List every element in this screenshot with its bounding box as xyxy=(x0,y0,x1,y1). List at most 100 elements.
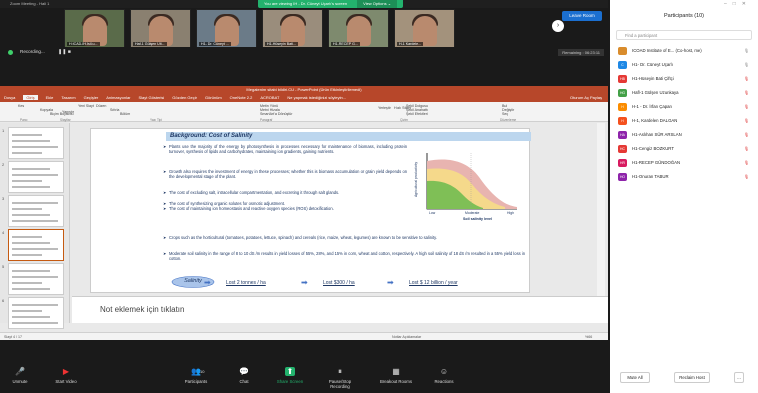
ppt-menu-item[interactable]: Gözden Geçir xyxy=(172,95,197,100)
ppt-menu-item[interactable]: Geçişler xyxy=(84,95,99,100)
video-tile[interactable]: H-1 Kardele... xyxy=(394,9,455,49)
chat-button[interactable]: 💬 Chat xyxy=(224,367,264,384)
participant-row[interactable]: H H-1, Kardelen DALGAN 🎙 xyxy=(616,116,758,126)
camera-button[interactable]: ▶ Start Video xyxy=(46,367,86,384)
ribbon-item[interactable]: SmartArt'a Dönüştür xyxy=(260,112,292,116)
view-options-button[interactable]: View Options ⌄ xyxy=(357,0,398,8)
rooms-button[interactable]: ▦ Breakout Rooms xyxy=(376,367,416,384)
participant-row[interactable]: HG Hafl-1 Gülşen Uzunkaya 🎙 xyxy=(616,88,758,98)
ppt-menu-item[interactable]: Ekle xyxy=(46,95,54,100)
ribbon-item[interactable]: Şekil Efektleri xyxy=(406,112,428,116)
arrow-icon: ➡ xyxy=(387,278,394,287)
ppt-menu-item[interactable]: Animasyonlar xyxy=(106,95,130,100)
slide-thumbnail[interactable]: 2 xyxy=(2,161,64,193)
participant-name: H1-Onuran TABUR xyxy=(632,174,669,179)
recording-label[interactable]: Recording... xyxy=(20,49,45,54)
participant-row[interactable]: HB H1-Hüseyin Bati Çiftçi 🎙 xyxy=(616,74,758,84)
ribbon-item[interactable]: Kes xyxy=(18,104,24,108)
video-tile[interactable]: H1-RECEP G... xyxy=(328,9,389,49)
slide-number: 1 xyxy=(2,128,5,133)
ppt-menu-item[interactable]: Tasarım xyxy=(61,95,75,100)
muted-mic-icon[interactable]: 🎙 xyxy=(744,60,749,70)
video-tile[interactable]: H1- Dr. Cüneyt ... xyxy=(196,9,257,49)
remaining-time: Remaining : 06:23:11 xyxy=(558,49,604,56)
avatar: H xyxy=(618,103,627,111)
muted-mic-icon[interactable]: 🎙 xyxy=(744,172,749,182)
participant-row[interactable]: HC H1-Cengiz BOZKURT 🎙 xyxy=(616,144,758,154)
slide-count: Slayt 4 / 17 xyxy=(4,335,22,339)
thumbnail-line xyxy=(12,168,50,170)
muted-mic-icon[interactable]: 🎙 xyxy=(744,88,749,98)
video-tile[interactable]: Haf-1 Gülşen Ult... xyxy=(130,9,191,49)
muted-mic-icon[interactable]: 🎙 xyxy=(744,102,749,112)
ppt-signin[interactable]: Oturum Aç Paylaş xyxy=(570,94,602,102)
bullet-text: The cost of maintaining ion homeostasis … xyxy=(169,206,334,211)
vertical-scrollbar[interactable] xyxy=(597,123,605,296)
muted-mic-icon[interactable]: 🎙 xyxy=(744,158,749,168)
participant-row[interactable]: HO H1-Onuran TABUR 🎙 xyxy=(616,172,758,182)
find-participant-input[interactable]: Find a participant xyxy=(616,30,752,40)
slide-thumbnail[interactable]: 6 xyxy=(2,297,64,329)
muted-mic-icon[interactable]: 🎙 xyxy=(744,116,749,126)
muted-mic-icon[interactable]: 🎙 xyxy=(744,144,749,154)
participant-row[interactable]: ICOAD Institute of E... (Co-host, me) 🎙 xyxy=(616,46,758,56)
muted-mic-icon[interactable]: 🎙 xyxy=(744,74,749,84)
slide-bullet: ➤ The cost of maintaining ion homeostasis… xyxy=(163,206,407,211)
zoom-level[interactable]: %66 xyxy=(585,333,592,341)
ribbon-item[interactable]: Yapıştır xyxy=(62,110,74,114)
participant-row[interactable]: H H-1 - Dr. İrfan Çapan 🎙 xyxy=(616,102,758,112)
ppt-menu-item[interactable]: ACROBAT xyxy=(260,95,279,100)
next-page-icon[interactable]: › xyxy=(552,20,564,32)
ribbon-item[interactable]: Yerleştir xyxy=(378,106,391,110)
viewing-banner: You are viewing IH - Dr. Cüneyt Uçarlı's… xyxy=(258,0,404,8)
ppt-menu-item[interactable]: Slayt Gösterisi xyxy=(139,95,165,100)
video-tile[interactable]: H1-Hüseyin Bati... xyxy=(262,9,323,49)
ribbon-item[interactable]: Sıfırla xyxy=(110,108,119,112)
graph-tick-low: Low xyxy=(429,211,436,215)
more-button[interactable]: ... xyxy=(734,372,744,383)
leave-room-button[interactable]: Leave Room xyxy=(562,11,602,21)
recording-dot-icon xyxy=(8,50,13,55)
slide-thumbnail[interactable]: 3 xyxy=(2,195,64,227)
emoji-button[interactable]: ☺ Reactions xyxy=(424,367,464,384)
ribbon-item[interactable]: Bölüm xyxy=(120,112,130,116)
participant-row[interactable]: HR H1-RECEP GÜNDOĞAN 🎙 xyxy=(616,158,758,168)
window-controls[interactable]: –□✕ xyxy=(724,1,752,7)
toolbar-label: Reactions xyxy=(434,379,454,384)
salinity-graph: Agricultural productivity Low Moderate H… xyxy=(409,147,525,227)
ppt-menu-item[interactable]: Dosya xyxy=(4,95,15,100)
bullet-marker: ➤ xyxy=(163,206,167,211)
share-button[interactable]: ⬆ Share Screen xyxy=(270,367,310,384)
slide-thumbnail[interactable]: 5 xyxy=(2,263,64,295)
slide-thumbnail[interactable]: 1 xyxy=(2,127,64,159)
zoom-window: Zoom Meeting - Hali 1 You are viewing IH… xyxy=(0,0,608,393)
ppt-menu-item[interactable]: Giriş xyxy=(23,95,38,100)
muted-mic-icon[interactable]: 🎙 xyxy=(744,130,749,140)
participant-row[interactable]: HA H1-Aslıhan SÜR ARSLAN 🎙 xyxy=(616,130,758,140)
ppt-ribbon: Kes Kopyala Biçim Boyacısı Yapıştır Yeni Sla… xyxy=(0,102,608,122)
slide-number: 3 xyxy=(2,196,5,201)
notes-area[interactable]: Not eklemek için tıklatın xyxy=(72,296,608,323)
ribbon-item[interactable]: Düzen xyxy=(96,104,106,108)
ppt-menu-item[interactable]: OneNote 2.2 xyxy=(230,95,253,100)
pause-icon[interactable]: ❚❚ ■ xyxy=(58,49,71,55)
slide-thumbnail[interactable]: 4 xyxy=(2,229,64,261)
zoom-toolbar: 🎤 Unmute ▶ Start Video 👥 Participants 10 💬 Chat ⬆… xyxy=(0,363,608,393)
avatar: HG xyxy=(618,89,627,97)
ppt-menu-item[interactable]: Ne yapmak istediğinizi söyleyin... xyxy=(287,95,346,100)
notes-toggle[interactable]: Notlar Açıklamalar xyxy=(392,333,421,341)
ppt-menu-item[interactable]: Görünüm xyxy=(205,95,222,100)
microphone-button[interactable]: 🎤 Unmute xyxy=(0,367,40,384)
reclaim-host-button[interactable]: Reclaim Host xyxy=(674,372,710,383)
bullet-text: Moderate soil salinity in the range of 8… xyxy=(169,251,525,261)
ribbon-item[interactable]: Seç xyxy=(502,112,508,116)
bullet-text: Plants use the majority of the energy by… xyxy=(169,144,407,154)
mute-all-button[interactable]: Mute All xyxy=(620,372,650,383)
video-tile[interactable]: H:ICAD-IH.IsiI.u... xyxy=(64,9,125,49)
participant-row[interactable]: C H1- Dr. Cüneyt Uçarlı 🎙 xyxy=(616,60,758,70)
muted-mic-icon[interactable]: 🎙 xyxy=(744,46,749,56)
people-button[interactable]: 👥 Participants 10 xyxy=(176,367,216,384)
record-button[interactable]: ⏸ Pause/Stop Recording xyxy=(320,367,360,389)
avatar: HA xyxy=(618,131,627,139)
ribbon-item[interactable]: Yeni Slayt xyxy=(78,104,94,108)
